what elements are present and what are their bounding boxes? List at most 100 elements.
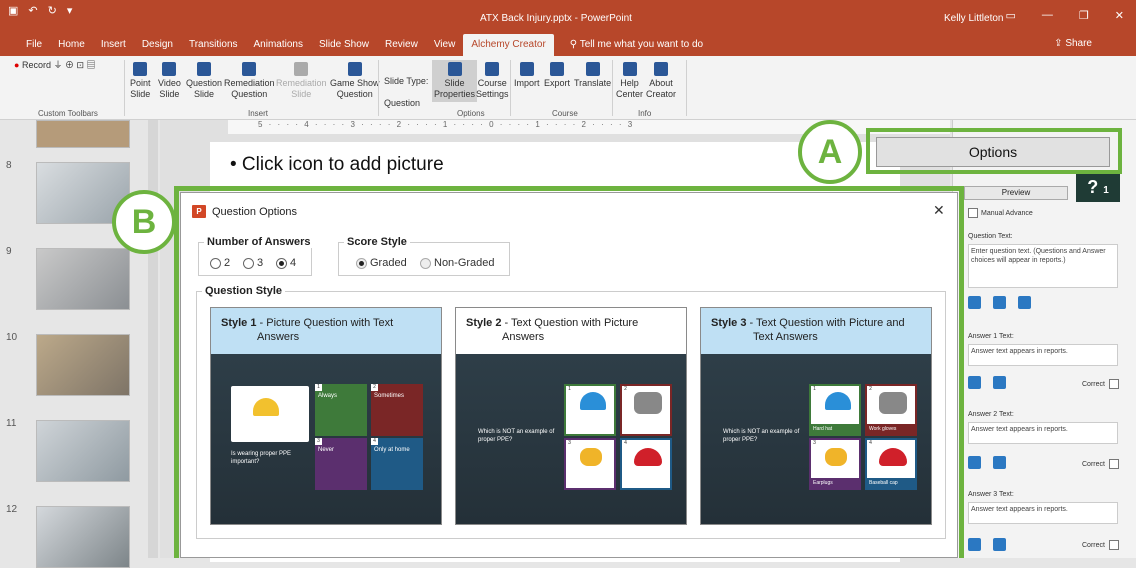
tab-design[interactable]: Design [134,39,181,56]
about-creator-button[interactable]: About Creator [646,62,676,100]
group-custom-toolbars: Custom Toolbars [38,109,98,118]
slide-thumbnail[interactable] [36,120,130,148]
slide-thumbnail[interactable] [36,506,130,568]
quick-access-toolbar: ▣ ↶ ↻ ▾ [8,4,72,17]
slide-thumbnail[interactable] [36,248,130,310]
video-slide-l1: Video [158,78,181,88]
export-button[interactable]: Export [544,62,570,89]
about-creator-icon [654,62,668,76]
tab-slide-show[interactable]: Slide Show [311,39,377,56]
style-2-name: Style 2 [466,317,502,329]
manual-advance[interactable]: Manual Advance [968,208,1033,218]
style-2-card[interactable]: Style 2 - Text Question with Picture Ans… [455,307,687,525]
share-button[interactable]: ⇪ Share [1054,38,1092,49]
answer2-correct[interactable]: Correct [1082,459,1119,469]
correct-checkbox[interactable] [1108,459,1119,469]
answers-option-3[interactable]: 3 [243,257,263,269]
question-slide-l1: Question [186,78,223,88]
game-show-l1: Game Show [330,78,380,88]
slide-properties-button[interactable]: Slide Properties [432,60,478,102]
import-button[interactable]: Import [514,62,540,89]
share-label: Share [1065,38,1092,49]
preview-button[interactable]: Preview [964,186,1068,200]
score-option-non-graded[interactable]: Non-Graded [420,257,495,269]
manual-advance-checkbox[interactable] [968,208,978,218]
answers-option-4[interactable]: 4 [276,257,296,269]
sound-icon[interactable] [993,296,1006,309]
score-option-graded[interactable]: Graded [356,257,407,269]
answers-option-2[interactable]: 2 [210,257,230,269]
answer2-field[interactable]: Answer text appears in reports. [968,422,1118,444]
point-slide-button[interactable]: Point Slide [130,62,151,100]
dialog-close-icon[interactable]: ✕ [933,202,945,219]
tab-view[interactable]: View [426,39,464,56]
answer1-field[interactable]: Answer text appears in reports. [968,344,1118,366]
course-settings-button[interactable]: Course Settings [476,62,509,100]
audio-record-icon[interactable] [968,376,981,389]
window-controls: ▭ — ❐ ✕ [1006,9,1125,22]
style-1-card[interactable]: Style 1 - Picture Question with Text Ans… [210,307,442,525]
game-show-question-button[interactable]: Game Show Question [330,62,380,100]
tab-review[interactable]: Review [377,39,426,56]
radio-icon[interactable] [243,257,254,269]
video-slide-button[interactable]: Video Slide [158,62,181,100]
tell-me-search[interactable]: ⚲ Tell me what you want to do [554,39,711,56]
slide-number: 8 [6,160,12,171]
answer-1-text: Always [318,393,338,399]
answer1-correct[interactable]: Correct [1082,379,1119,389]
minimize-icon[interactable]: — [1042,9,1053,22]
question-slide-button[interactable]: Question Slide [186,62,222,100]
help-center-button[interactable]: Help Center [616,62,643,100]
question-text-field[interactable]: Enter question text. (Questions and Answ… [968,244,1118,288]
answer-2-text: Work gloves [867,424,915,434]
undo-icon[interactable]: ↶ [28,4,37,17]
remediation-slide-button: Remediation Slide [276,62,327,100]
ribbon-display-icon[interactable]: ▭ [1006,9,1016,22]
audio-record-icon[interactable] [968,296,981,309]
tab-home[interactable]: Home [50,39,93,56]
answer3-correct[interactable]: Correct [1082,540,1119,550]
style-3-desc: Text Question with Picture and Text Answ… [753,317,905,343]
tab-insert[interactable]: Insert [93,39,134,56]
radio-selected-icon[interactable] [276,257,287,269]
record-button[interactable]: ● Record ⏚ ⊕ ⊡ ▤ [14,60,96,71]
tile-number: 2 [622,386,629,393]
remediation-question-button[interactable]: Remediation Question [224,62,275,100]
tab-transitions[interactable]: Transitions [181,39,246,56]
maximize-icon[interactable]: ❐ [1079,9,1089,22]
answer3-field[interactable]: Answer text appears in reports. [968,502,1118,524]
thumbnail-scrollbar[interactable] [148,120,158,558]
correct-checkbox[interactable] [1108,379,1119,389]
redo-icon[interactable]: ↻ [48,4,57,17]
style-3-preview: Which is NOT an example of proper PPE? 1… [701,354,931,524]
radio-icon[interactable] [420,257,431,269]
sound-icon[interactable] [993,456,1006,469]
style-3-card[interactable]: Style 3 - Text Question with Picture and… [700,307,932,525]
dialog-title: Question Options [212,206,297,218]
slide-thumbnail[interactable] [36,334,130,396]
radio-selected-icon[interactable] [356,257,367,269]
radio-icon[interactable] [210,257,221,269]
save-icon[interactable]: ▣ [8,4,18,17]
tab-alchemy-creator[interactable]: Alchemy Creator [463,34,554,56]
audio-record-icon[interactable] [968,538,981,551]
correct-checkbox[interactable] [1108,540,1119,550]
question-style-label: Question Style [202,285,286,297]
translate-button[interactable]: Translate [574,62,611,89]
tab-file[interactable]: File [18,39,50,56]
audio-record-icon[interactable] [968,456,981,469]
tab-animations[interactable]: Animations [246,39,311,56]
help-center-l1: Help [620,78,639,88]
question-text-label: Question Text: [968,233,1013,240]
style-2-header: Style 2 - Text Question with Picture Ans… [456,308,686,354]
customize-icon[interactable]: ▾ [67,4,73,17]
slide-thumbnail[interactable] [36,420,130,482]
record-label: Record [21,60,51,70]
slide-placeholder-text[interactable]: • Click icon to add picture [230,154,444,176]
sound-icon[interactable] [993,376,1006,389]
close-icon[interactable]: ✕ [1115,9,1124,22]
document-icon[interactable] [1018,296,1031,309]
sound-icon[interactable] [993,538,1006,551]
slide-number: 10 [6,332,18,343]
user-name[interactable]: Kelly Littleton [944,13,1003,24]
